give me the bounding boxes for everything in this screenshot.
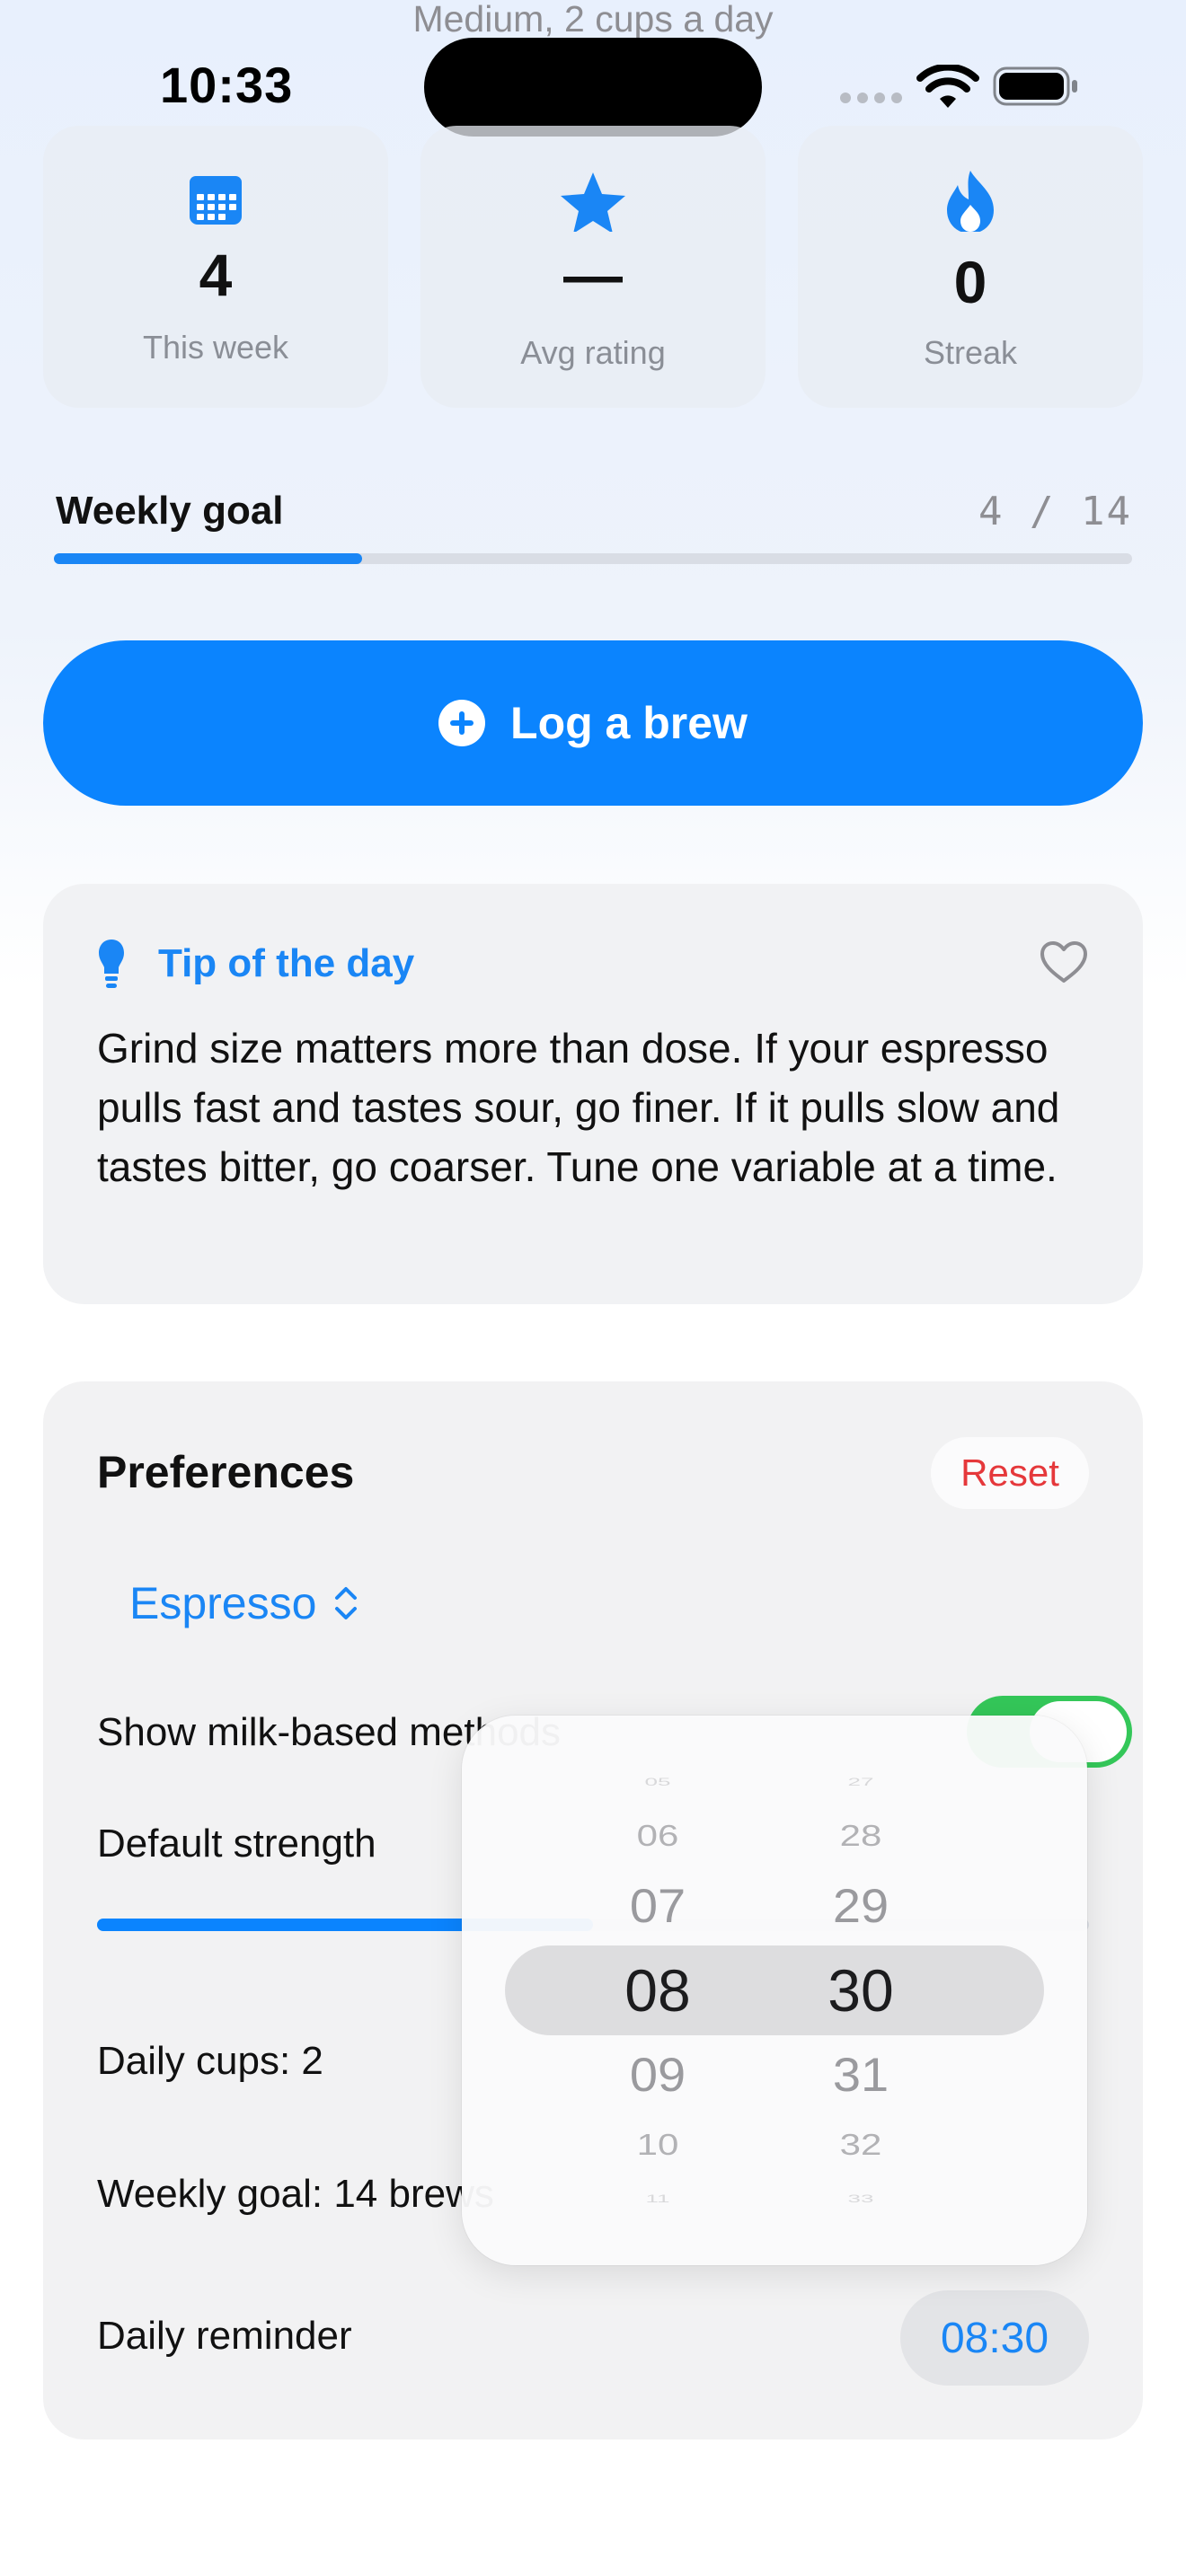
log-brew-button[interactable]: Log a brew: [43, 640, 1143, 806]
hour-option[interactable]: 09: [595, 2051, 721, 2098]
minute-option[interactable]: 31: [798, 2051, 924, 2098]
minute-option[interactable]: 32: [798, 2130, 924, 2160]
stat-label: This week: [142, 329, 289, 366]
peek-subtitle: Medium, 2 cups a day: [412, 0, 774, 40]
hour-option[interactable]: 06: [595, 1821, 721, 1851]
tip-title: Tip of the day: [158, 941, 415, 985]
time-picker-popover[interactable]: 05 06 07 08 09 10 11 27 28 29 30 31 32 33: [462, 1716, 1087, 2265]
stat-card-avg-rating: — Avg rating: [420, 126, 766, 408]
stat-value: 0: [953, 249, 987, 315]
flame-icon: [947, 171, 994, 232]
weekly-goal-progress: [54, 553, 1132, 564]
stat-label: Streak: [923, 334, 1018, 371]
status-time: 10:33: [160, 57, 294, 113]
stat-card-this-week: 4 This week: [43, 126, 388, 408]
tip-card: Tip of the day Grind size matters more t…: [43, 884, 1143, 1304]
minute-option[interactable]: 29: [798, 1882, 924, 1929]
picker-selection-highlight: [505, 1945, 1044, 2035]
calendar-icon: [190, 176, 242, 225]
goal-target: 14: [1081, 489, 1132, 534]
wifi-icon: [916, 65, 979, 108]
minute-option[interactable]: 33: [798, 2193, 924, 2204]
hour-option[interactable]: 07: [595, 1882, 721, 1929]
hour-option[interactable]: 11: [595, 2193, 721, 2204]
weekly-goal-progress-fill: [54, 553, 362, 564]
battery-icon: [993, 66, 1077, 106]
hour-option[interactable]: 08: [595, 1961, 721, 2020]
dynamic-island: [424, 38, 762, 137]
lightbulb-icon: [99, 940, 124, 988]
weekly-goal-count: 4 / 14: [978, 489, 1132, 534]
reminder-time-button[interactable]: 08:30: [900, 2290, 1089, 2386]
goal-current: 4: [978, 489, 1005, 534]
hour-option[interactable]: 10: [595, 2130, 721, 2160]
weekly-goal-label: Weekly goal: [56, 489, 284, 533]
chevron-up-down-icon: [335, 1587, 358, 1619]
stat-value: —: [563, 242, 623, 308]
star-icon: [561, 172, 625, 232]
stat-value: 4: [199, 242, 233, 308]
reset-button[interactable]: Reset: [931, 1437, 1089, 1509]
goal-separator: /: [1030, 489, 1056, 534]
heart-icon[interactable]: [1039, 940, 1089, 984]
preferences-title: Preferences: [97, 1447, 355, 1497]
default-strength-label: Default strength: [97, 1822, 376, 1866]
brew-method-select[interactable]: Espresso: [129, 1577, 359, 1629]
minute-wheel[interactable]: 27 28 29 30 31 32 33: [798, 1716, 924, 2265]
minute-option[interactable]: 27: [798, 1777, 924, 1787]
stat-card-streak: 0 Streak: [798, 126, 1143, 408]
plus-circle-icon: [438, 700, 486, 746]
signal-dots-icon: [840, 92, 912, 104]
minute-option[interactable]: 28: [798, 1821, 924, 1851]
hour-wheel[interactable]: 05 06 07 08 09 10 11: [595, 1716, 721, 2265]
daily-cups-label: Daily cups: 2: [97, 2039, 323, 2083]
brew-method-value: Espresso: [129, 1578, 317, 1628]
weekly-goal-pref-label: Weekly goal: 14 brews: [97, 2172, 494, 2216]
log-brew-label: Log a brew: [510, 698, 748, 748]
tip-body: Grind size matters more than dose. If yo…: [97, 1025, 1060, 1190]
hour-option[interactable]: 05: [595, 1777, 721, 1787]
minute-option[interactable]: 30: [798, 1961, 924, 2020]
daily-reminder-label: Daily reminder: [97, 2314, 352, 2358]
stat-label: Avg rating: [520, 334, 666, 371]
